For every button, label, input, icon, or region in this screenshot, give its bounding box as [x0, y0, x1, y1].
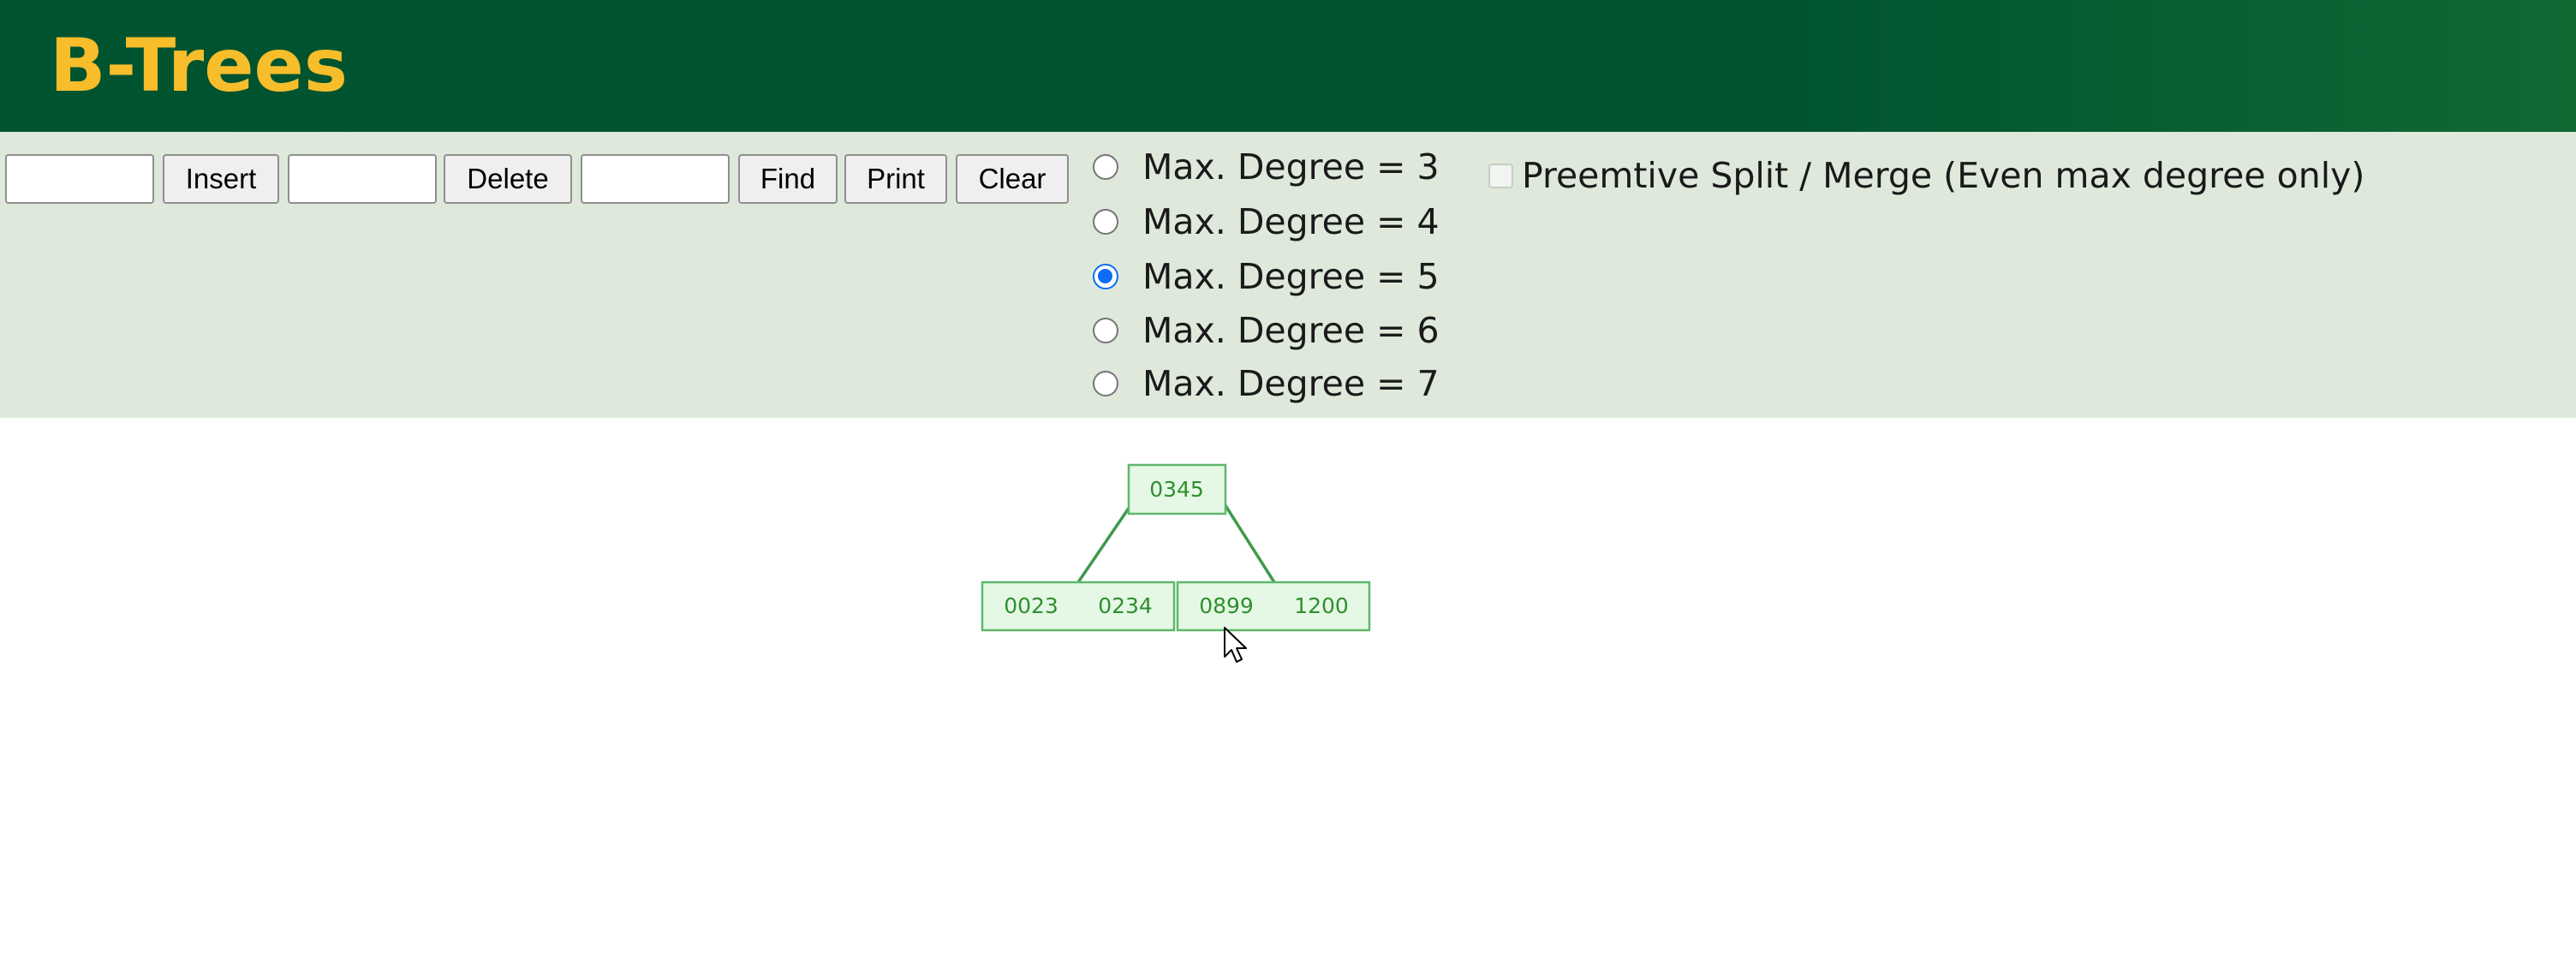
tree-node-right: 0899 1200 [1176, 581, 1371, 632]
node-key: 0345 [1149, 477, 1204, 502]
btree-canvas: 0345 0023 0234 0899 1200 [981, 463, 1371, 632]
mouse-pointer-icon [1224, 627, 1247, 663]
node-key: 1200 [1294, 593, 1349, 618]
tree-node-left: 0023 0234 [981, 581, 1176, 632]
node-key: 0234 [1098, 593, 1153, 618]
node-key: 0023 [1004, 593, 1058, 618]
tree-node-root: 0345 [1127, 463, 1227, 515]
node-key: 0899 [1199, 593, 1254, 618]
